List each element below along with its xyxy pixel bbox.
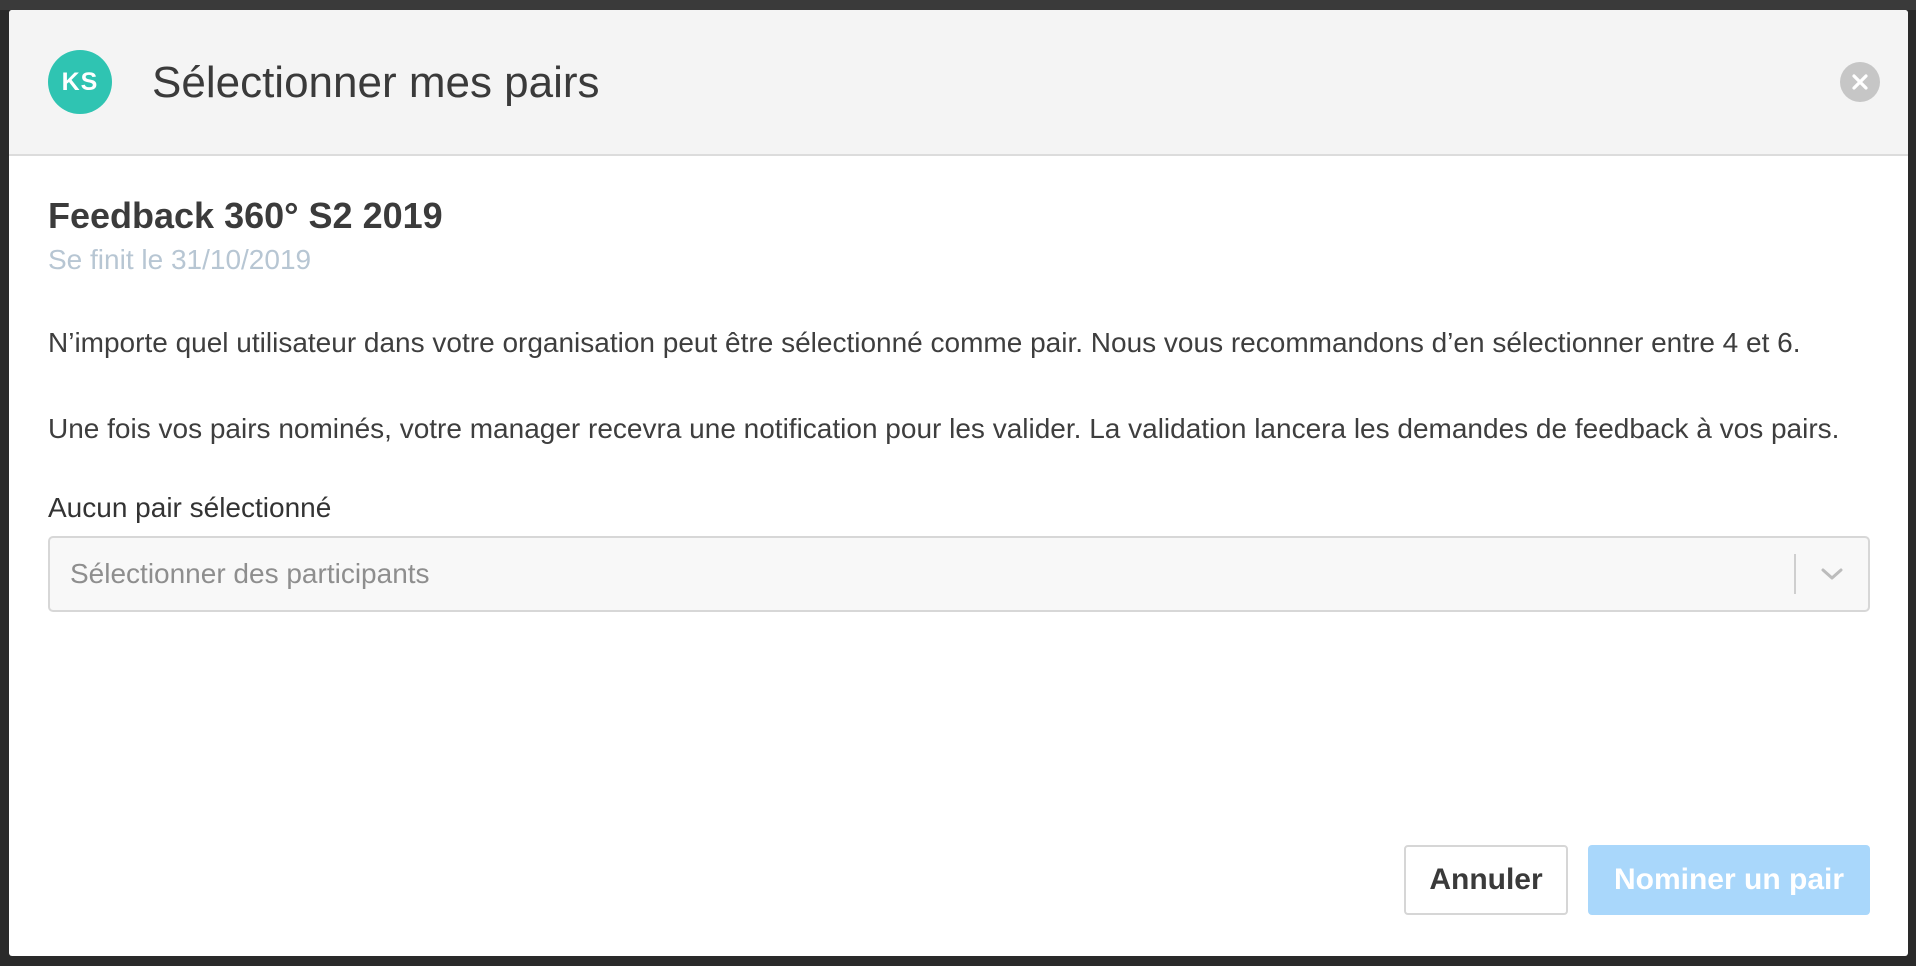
- chevron-down-icon: [1821, 568, 1843, 580]
- instructions-paragraph: N’importe quel utilisateur dans votre or…: [48, 327, 1801, 358]
- modal-title: Sélectionner mes pairs: [152, 58, 600, 107]
- modal-header: KS Sélectionner mes pairs: [9, 10, 1908, 156]
- selection-status-label: Aucun pair sélectionné: [48, 492, 332, 523]
- select-peers-modal: KS Sélectionner mes pairs Feedback 360° …: [9, 10, 1908, 956]
- avatar: KS: [48, 50, 112, 114]
- participants-select-placeholder: Sélectionner des participants: [70, 558, 430, 589]
- cancel-button[interactable]: Annuler: [1404, 845, 1568, 915]
- close-button[interactable]: [1840, 62, 1880, 102]
- close-icon: [1852, 74, 1868, 90]
- modal-footer: Annuler Nominer un pair: [1404, 845, 1870, 915]
- background-app-strip: [0, 0, 1916, 10]
- participants-select[interactable]: Sélectionner des participants: [48, 536, 1870, 612]
- campaign-deadline: Se finit le 31/10/2019: [48, 244, 312, 275]
- modal-body: Feedback 360° S2 2019 Se finit le 31/10/…: [48, 194, 1878, 612]
- campaign-title: Feedback 360° S2 2019: [48, 195, 443, 236]
- select-separator: [1794, 554, 1796, 594]
- validation-info-paragraph: Une fois vos pairs nominés, votre manage…: [48, 413, 1840, 444]
- dropdown-toggle[interactable]: [1814, 560, 1850, 588]
- nominate-peer-button[interactable]: Nominer un pair: [1588, 845, 1870, 915]
